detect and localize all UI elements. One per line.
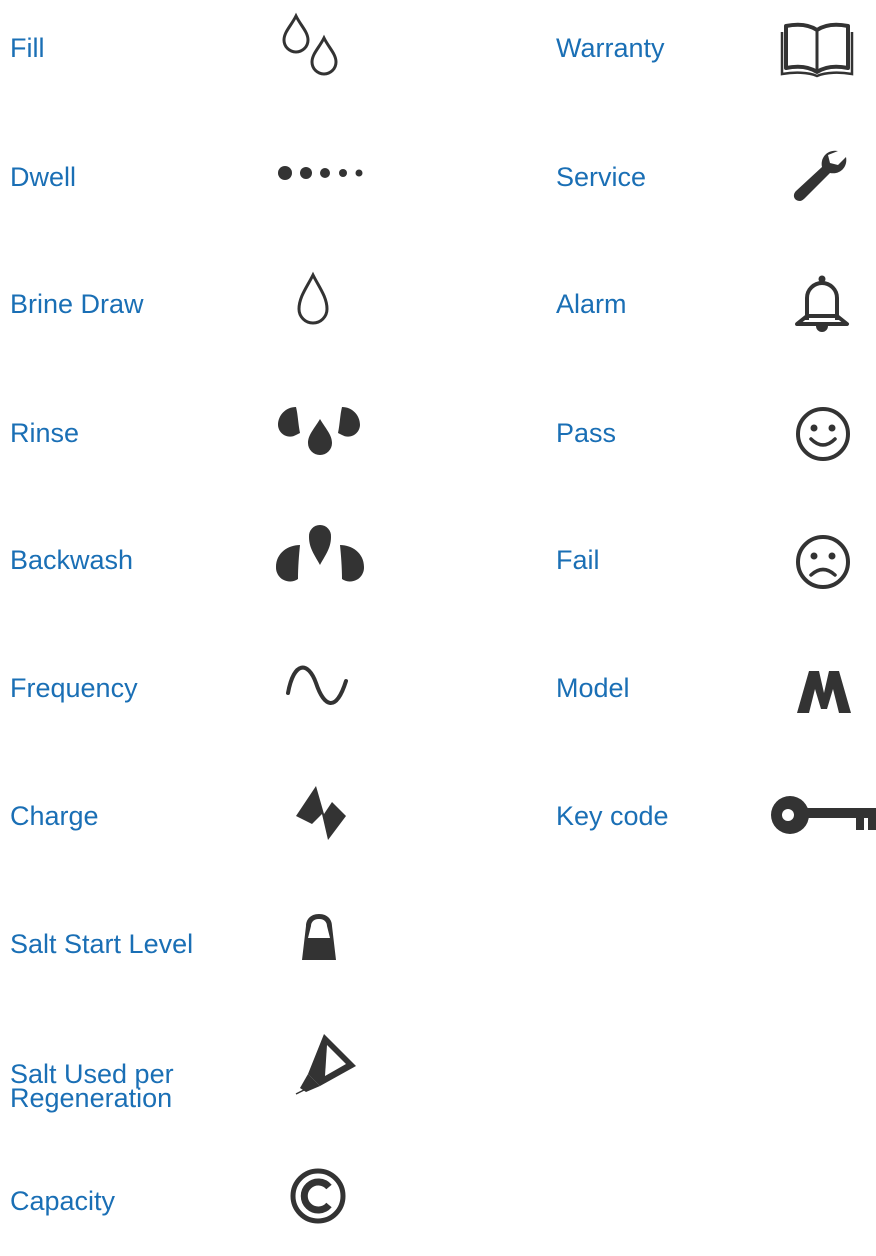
pass-icon	[794, 405, 852, 463]
service-label: Service	[556, 162, 647, 192]
key-code-icon	[770, 795, 876, 837]
dwell-label: Dwell	[10, 162, 77, 192]
model-label: Model	[556, 673, 630, 703]
rinse-icon	[276, 403, 366, 458]
warranty-label: Warranty	[556, 33, 665, 63]
brine-draw-label: Brine Draw	[10, 289, 144, 319]
backwash-label: Backwash	[10, 545, 134, 575]
fail-icon	[794, 533, 852, 591]
charge-label: Charge	[10, 801, 99, 831]
salt-used-icon	[295, 1030, 360, 1096]
fill-label: Fill	[10, 33, 45, 63]
service-icon	[790, 147, 848, 205]
backwash-icon	[272, 523, 368, 591]
alarm-label: Alarm	[556, 289, 627, 319]
frequency-icon	[284, 657, 352, 715]
brine-draw-icon	[296, 271, 330, 329]
charge-icon	[294, 784, 350, 842]
rinse-label: Rinse	[10, 418, 80, 448]
fail-label: Fail	[556, 545, 600, 575]
capacity-icon	[288, 1166, 348, 1226]
salt-used-per-regeneration-label: Salt Used per Regeneration	[10, 1059, 174, 1113]
alarm-icon	[793, 274, 851, 336]
pass-label: Pass	[556, 418, 617, 448]
key-code-label: Key code	[556, 801, 669, 831]
fill-icon	[278, 12, 348, 78]
salt-start-level-label: Salt Start Level	[10, 929, 194, 959]
salt-start-level-icon	[300, 912, 338, 962]
dwell-icon	[275, 163, 365, 183]
capacity-label: Capacity	[10, 1186, 116, 1216]
model-icon	[795, 665, 853, 717]
frequency-label: Frequency	[10, 673, 138, 703]
warranty-icon	[780, 20, 854, 78]
